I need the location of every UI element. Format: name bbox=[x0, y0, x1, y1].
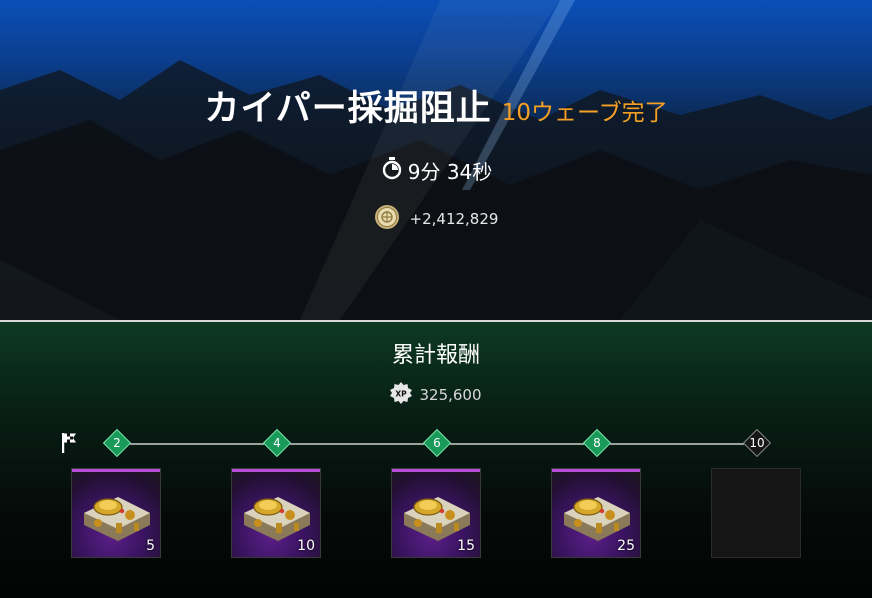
milestone-wave-number: 2 bbox=[113, 436, 121, 450]
track-segment bbox=[130, 443, 264, 445]
rewards-title: 累計報酬 bbox=[391, 343, 480, 368]
stopwatch-icon bbox=[380, 156, 404, 185]
wave-progress-track: 2 4 6 8 10 bbox=[0, 428, 872, 468]
track-segment bbox=[290, 443, 424, 445]
elapsed-time: 9分 34秒 bbox=[407, 160, 493, 184]
milestone-node: 2 bbox=[102, 428, 132, 458]
milestone-wave-number: 6 bbox=[433, 436, 441, 450]
credits-amount: +2,412,829 bbox=[409, 210, 499, 228]
milestone-wave-number: 8 bbox=[593, 436, 601, 450]
gold-device-icon bbox=[84, 497, 150, 541]
gold-device-icon bbox=[244, 497, 310, 541]
xp-earned: XP 325,600 bbox=[0, 382, 872, 408]
reward-card[interactable]: 10 bbox=[231, 468, 321, 558]
reward-quantity: 25 bbox=[617, 538, 635, 554]
track-segment bbox=[450, 443, 584, 445]
xp-amount: 325,600 bbox=[419, 386, 482, 404]
milestone-node: 6 bbox=[422, 428, 452, 458]
xp-badge-icon: XP bbox=[390, 382, 413, 408]
waves-completed-label: 10ウェーブ完了 bbox=[501, 100, 668, 126]
mission-title: カイパー採掘阻止 bbox=[204, 89, 492, 129]
reward-quantity: 10 bbox=[297, 538, 315, 554]
reward-card-empty bbox=[711, 468, 801, 558]
track-segment bbox=[610, 443, 744, 445]
reward-card[interactable]: 15 bbox=[391, 468, 481, 558]
credits-earned: +2,412,829 bbox=[0, 204, 872, 234]
reward-quantity: 15 bbox=[457, 538, 475, 554]
milestone-wave-number: 10 bbox=[749, 436, 765, 450]
reward-quantity: 5 bbox=[146, 538, 155, 554]
reward-card[interactable]: 25 bbox=[551, 468, 641, 558]
milestone-node-locked: 10 bbox=[742, 428, 772, 458]
mission-result-panel: カイパー採掘阻止 10ウェーブ完了 9分 34秒 +2,412,829 bbox=[0, 0, 872, 320]
xp-badge-text: XP bbox=[396, 390, 408, 399]
credit-coin-icon bbox=[374, 204, 400, 234]
mission-title-row: カイパー採掘阻止 10ウェーブ完了 bbox=[0, 80, 872, 131]
milestone-node: 8 bbox=[582, 428, 612, 458]
mission-time: 9分 34秒 bbox=[0, 156, 872, 185]
reward-card[interactable]: 5 bbox=[71, 468, 161, 558]
milestone-node: 4 bbox=[262, 428, 292, 458]
gold-device-icon bbox=[564, 497, 630, 541]
start-flag-icon bbox=[61, 432, 81, 458]
milestone-wave-number: 4 bbox=[273, 436, 281, 450]
gold-device-icon bbox=[404, 497, 470, 541]
